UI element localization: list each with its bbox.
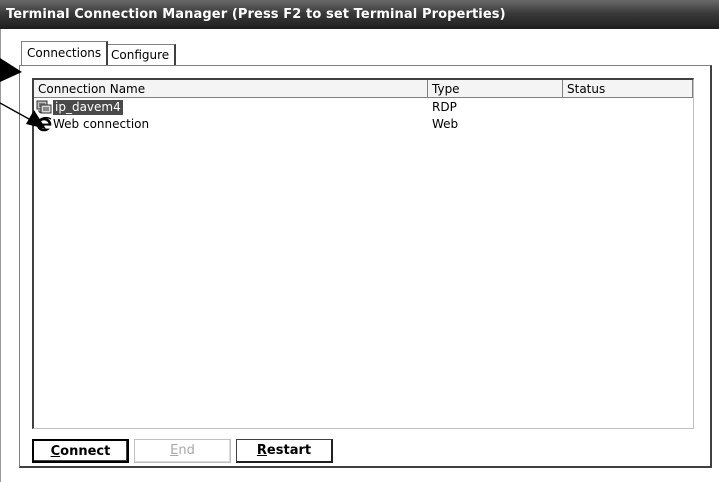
connections-tab-panel: Connection Name Type Status ip_davem4 RD… — [19, 65, 712, 468]
list-item[interactable]: ip_davem4 RDP — [34, 99, 693, 115]
connection-name-text: ip_davem4 — [53, 99, 123, 115]
tab-connections[interactable]: Connections — [21, 41, 109, 65]
connect-button-label: onnect — [60, 444, 111, 459]
connections-list[interactable]: Connection Name Type Status ip_davem4 RD… — [32, 78, 694, 429]
restart-button-label: estart — [266, 443, 312, 458]
window-title: Terminal Connection Manager (Press F2 to… — [6, 7, 506, 22]
column-header-status[interactable]: Status — [563, 80, 693, 98]
connection-type-cell: Web — [432, 117, 459, 131]
end-button: End — [134, 439, 231, 463]
connection-name-cell: Web connection — [36, 116, 149, 132]
tab-connections-label: Connections — [27, 46, 102, 60]
tab-configure-label: Configure — [111, 48, 170, 62]
connection-name-cell: ip_davem4 — [36, 99, 123, 115]
window-body: Connections Configure Connection Name Ty… — [0, 29, 719, 482]
column-header-type[interactable]: Type — [428, 80, 563, 98]
rdp-connection-icon — [36, 99, 52, 115]
web-browser-icon — [36, 116, 52, 132]
connection-type-cell: RDP — [432, 100, 457, 114]
restart-button[interactable]: Restart — [236, 439, 333, 463]
end-button-label: nd — [178, 443, 195, 458]
window-title-bar[interactable]: Terminal Connection Manager (Press F2 to… — [0, 0, 719, 29]
connect-button[interactable]: Connect — [32, 439, 129, 463]
column-header-connection-name[interactable]: Connection Name — [34, 80, 428, 98]
list-item[interactable]: Web connection Web — [34, 116, 693, 132]
list-header: Connection Name Type Status — [34, 80, 693, 98]
terminal-connection-manager-window: Terminal Connection Manager (Press F2 to… — [0, 0, 719, 482]
connection-name-text: Web connection — [53, 117, 150, 131]
tab-configure[interactable]: Configure — [105, 44, 177, 65]
restart-button-mnemonic: R — [256, 443, 267, 458]
connect-button-mnemonic: C — [50, 444, 61, 459]
